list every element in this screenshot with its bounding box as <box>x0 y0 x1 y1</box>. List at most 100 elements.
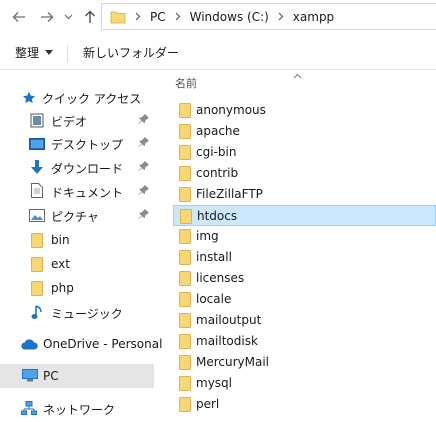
folder-icon <box>31 257 43 272</box>
nav-pc[interactable]: PC <box>0 364 154 388</box>
file-name: licenses <box>196 271 245 285</box>
file-row[interactable]: MercuryMail <box>173 352 436 373</box>
forward-button[interactable] <box>38 6 56 28</box>
file-name: MercuryMail <box>196 355 270 369</box>
desktop-icon <box>29 138 45 150</box>
pin-icon <box>138 113 150 128</box>
nav-onedrive[interactable]: OneDrive - Personal <box>0 333 162 356</box>
file-name: img <box>196 229 219 243</box>
caret-down-icon <box>45 50 54 55</box>
nav-quick-access[interactable]: クイック アクセス <box>0 86 154 109</box>
nav-item-label: ext <box>51 257 70 271</box>
folder-icon <box>179 187 191 205</box>
column-header-row: 名前 <box>160 70 436 94</box>
file-name: locale <box>196 292 232 306</box>
breadcrumb-separator-icon <box>135 12 141 21</box>
nav-item-desktop[interactable]: デスクトップ <box>0 132 154 155</box>
folder-icon <box>179 355 191 373</box>
folder-icon <box>179 166 191 184</box>
breadcrumb-pc[interactable]: PC <box>150 10 166 24</box>
folder-icon <box>179 271 191 289</box>
folder-icon <box>179 292 191 310</box>
nav-item-label: ドキュメント <box>51 186 124 200</box>
folder-icon <box>31 233 43 248</box>
file-row[interactable]: anonymous <box>173 100 436 121</box>
nav-item-label: デスクトップ <box>51 138 124 152</box>
folder-icon <box>179 397 191 415</box>
nav-item-php[interactable]: php <box>0 277 154 300</box>
new-folder-label: 新しいフォルダー <box>83 46 180 60</box>
folder-icon <box>180 209 192 227</box>
file-name: htdocs <box>197 209 238 223</box>
breadcrumb-separator-icon <box>278 12 284 21</box>
pc-label: PC <box>43 369 59 383</box>
download-icon <box>30 160 44 175</box>
recent-locations-button[interactable] <box>62 6 74 28</box>
back-button[interactable] <box>10 6 28 28</box>
file-row[interactable]: mailtodisk <box>173 331 436 352</box>
star-icon <box>22 91 36 104</box>
navigation-pane: クイック アクセス ビデオ デスクトップ ダウンロード ドキュメント ピクチャ … <box>0 70 162 422</box>
pin-icon <box>138 136 150 151</box>
file-list-pane: 名前 anonymous apache cgi-bin contrib FileZill… <box>160 70 436 422</box>
file-name: mailtodisk <box>196 334 258 348</box>
file-row[interactable]: perl <box>173 394 436 415</box>
file-row[interactable]: cgi-bin <box>173 142 436 163</box>
file-name: mysql <box>196 376 232 390</box>
breadcrumb-drive-c[interactable]: Windows (C:) <box>190 10 269 24</box>
file-name: cgi-bin <box>196 145 237 159</box>
file-name: install <box>196 250 232 264</box>
new-folder-button[interactable]: 新しいフォルダー <box>83 44 179 61</box>
file-row[interactable]: apache <box>173 121 436 142</box>
folder-icon <box>31 281 43 296</box>
organize-button[interactable]: 整理 <box>15 44 54 61</box>
network-label: ネットワーク <box>43 403 116 417</box>
document-icon <box>31 183 43 198</box>
file-row[interactable]: mailoutput <box>173 310 436 331</box>
file-row[interactable]: install <box>173 247 436 268</box>
file-row[interactable]: locale <box>173 289 436 310</box>
nav-item-video[interactable]: ビデオ <box>0 109 154 132</box>
folder-icon <box>179 250 191 268</box>
toolbar-divider <box>67 44 68 62</box>
nav-item-downloads[interactable]: ダウンロード <box>0 156 154 179</box>
file-row[interactable]: img <box>173 226 436 247</box>
chevron-down-icon <box>64 14 72 20</box>
video-icon <box>30 113 44 128</box>
file-row[interactable]: mysql <box>173 373 436 394</box>
folder-icon <box>179 313 191 331</box>
nav-item-label: ピクチャ <box>51 210 99 224</box>
file-row[interactable]: contrib <box>173 163 436 184</box>
file-name: FileZillaFTP <box>196 187 263 201</box>
command-bar: 整理 新しいフォルダー <box>0 34 436 70</box>
nav-item-label: bin <box>51 233 70 247</box>
breadcrumb-separator-icon <box>175 12 181 21</box>
nav-item-label: php <box>51 281 74 295</box>
column-header-name[interactable]: 名前 <box>175 75 197 91</box>
folder-icon <box>179 229 191 247</box>
nav-item-label: ミュージック <box>51 307 123 321</box>
up-button[interactable] <box>82 6 98 28</box>
nav-item-documents[interactable]: ドキュメント <box>0 180 154 203</box>
nav-item-pictures[interactable]: ピクチャ <box>0 204 154 227</box>
sort-ascending-icon <box>293 70 302 82</box>
nav-item-music[interactable]: ミュージック <box>0 301 154 324</box>
quick-access-label: クイック アクセス <box>42 92 142 106</box>
picture-icon <box>29 209 45 222</box>
address-box[interactable]: PC Windows (C:) xampp <box>101 3 436 30</box>
file-name: perl <box>196 397 220 411</box>
nav-item-ext[interactable]: ext <box>0 253 154 276</box>
folder-icon <box>179 145 191 163</box>
cloud-icon <box>21 339 38 350</box>
pin-icon <box>138 184 150 199</box>
address-bar-row: PC Windows (C:) xampp <box>0 0 436 34</box>
nav-network[interactable]: ネットワーク <box>0 397 154 420</box>
file-row[interactable]: FileZillaFTP <box>173 184 436 205</box>
pin-icon <box>138 208 150 223</box>
file-row[interactable]: licenses <box>173 268 436 289</box>
organize-label: 整理 <box>15 46 40 60</box>
breadcrumb-xampp[interactable]: xampp <box>293 10 334 24</box>
nav-item-bin[interactable]: bin <box>0 229 154 252</box>
file-row[interactable]: htdocs <box>173 205 436 226</box>
music-icon <box>31 305 43 320</box>
